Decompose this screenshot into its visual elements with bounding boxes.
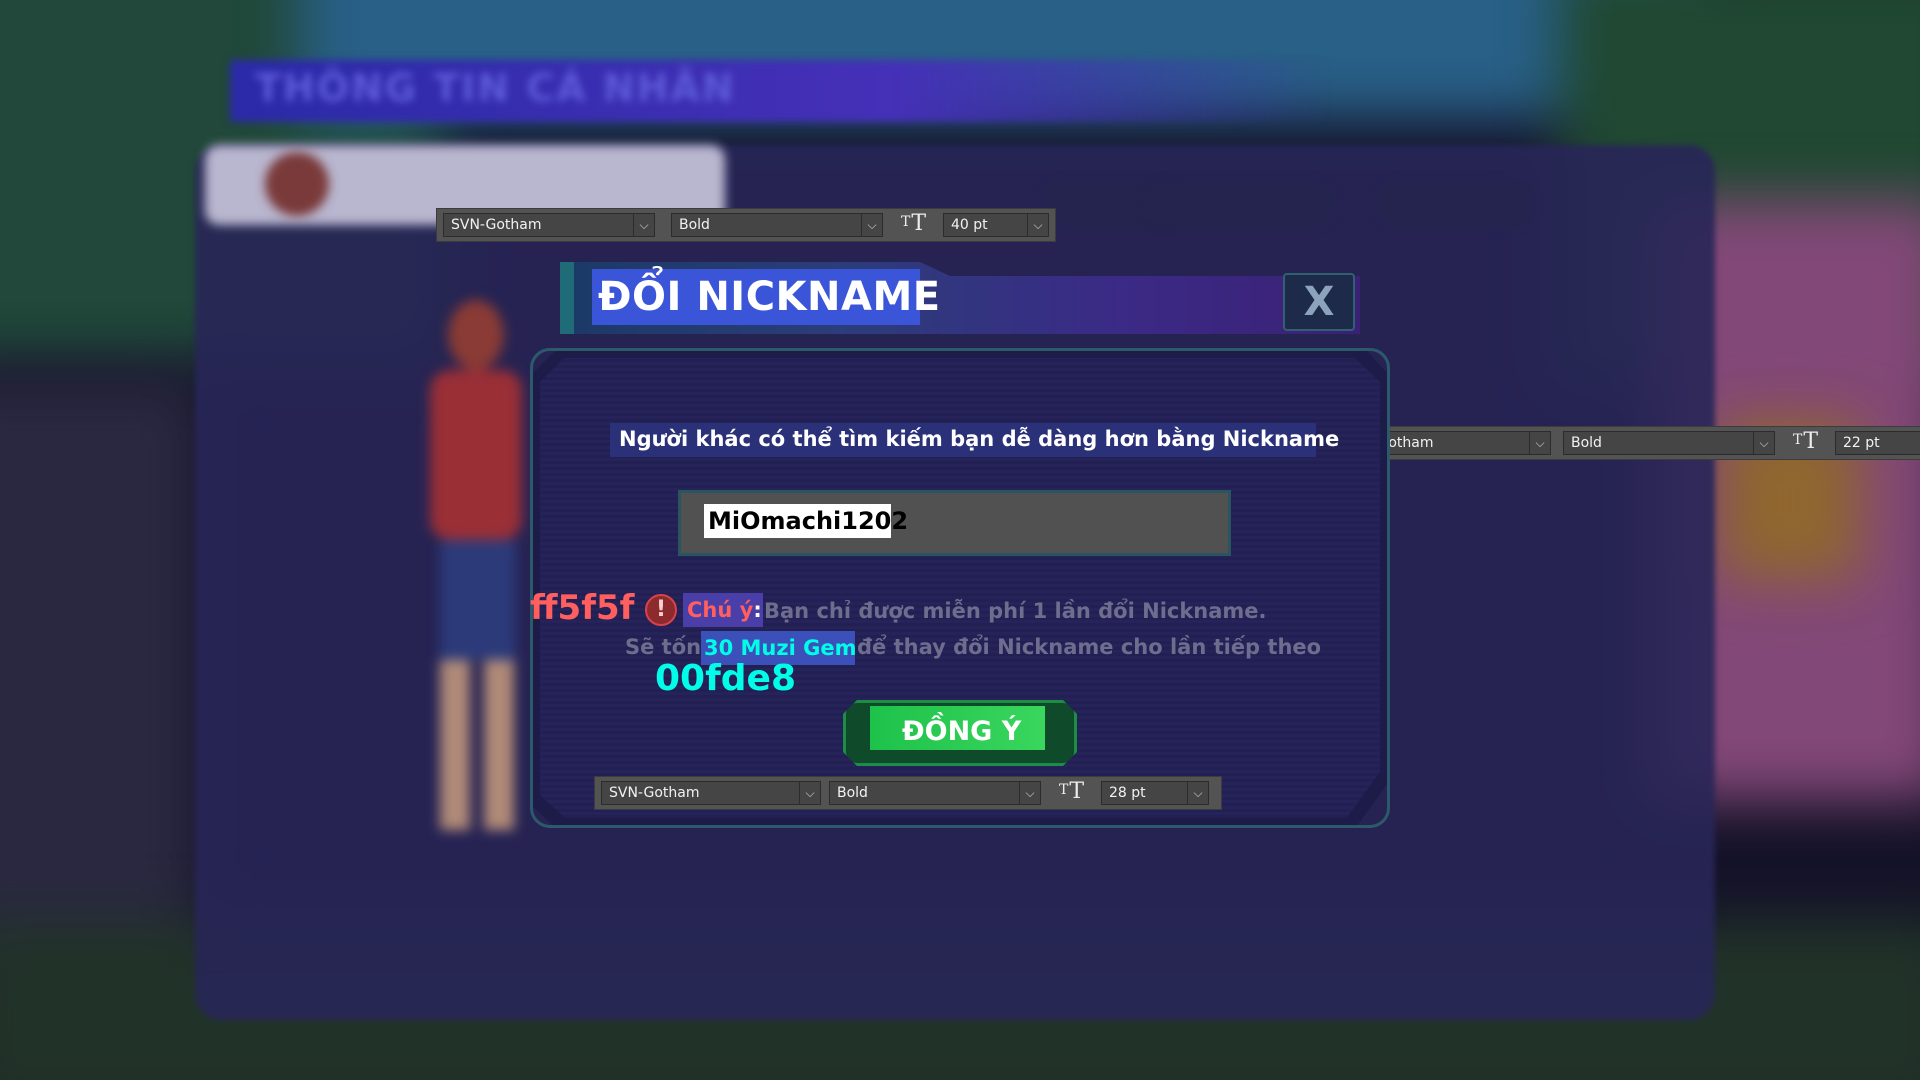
font-weight-value: Bold — [837, 785, 868, 801]
color-code-cyan: 00fde8 — [655, 658, 796, 699]
font-family-select[interactable]: SVN-Gotham ⌵ — [443, 213, 655, 237]
font-size-icon: TT — [1793, 429, 1819, 454]
dialog-subtitle: Người khác có thể tìm kiếm bạn dễ dàng h… — [619, 427, 1340, 451]
font-family-select[interactable]: SVN-Gotham ⌵ — [601, 781, 821, 805]
font-size-value: 40 pt — [951, 217, 988, 233]
cost-suffix: để thay đổi Nickname cho lần tiếp theo — [857, 635, 1322, 659]
title-bar-accent — [560, 262, 574, 334]
chevron-down-icon[interactable]: ⌵ — [1027, 214, 1048, 236]
note-label: Chú ý: — [687, 598, 762, 622]
font-size-value: 22 pt — [1843, 435, 1880, 451]
font-toolbar-button: SVN-Gotham ⌵ Bold ⌵ TT 28 pt ⌵ — [594, 776, 1222, 810]
font-size-value: 28 pt — [1109, 785, 1146, 801]
background-character — [420, 300, 530, 840]
color-code-red: ff5f5f — [530, 588, 635, 628]
background-header-title: THÔNG TIN CÁ NHÂN — [255, 66, 736, 110]
note-colon: : — [753, 598, 762, 622]
chevron-down-icon[interactable]: ⌵ — [1529, 432, 1550, 454]
font-weight-value: Bold — [1571, 435, 1602, 451]
cost-amount: 30 Muzi Gem — [704, 636, 857, 660]
font-size-select[interactable]: 40 pt ⌵ — [943, 213, 1049, 237]
chevron-down-icon[interactable]: ⌵ — [633, 214, 654, 236]
font-toolbar-subtitle: SVN-Gotham ⌵ Bold ⌵ TT 22 pt — [1328, 426, 1920, 460]
font-size-icon: TT — [1059, 779, 1085, 804]
close-icon: X — [1303, 279, 1335, 325]
font-size-icon: TT — [901, 211, 927, 236]
confirm-button-label[interactable]: ĐỒNG Ý — [902, 716, 1021, 747]
font-family-value: SVN-Gotham — [609, 785, 700, 801]
font-size-select[interactable]: 28 pt ⌵ — [1101, 781, 1209, 805]
font-weight-select[interactable]: Bold ⌵ — [1563, 431, 1775, 455]
note-label-text: Chú ý — [687, 598, 754, 622]
exclamation-circle-icon: ! — [645, 594, 677, 626]
font-size-select[interactable]: 22 pt — [1835, 431, 1920, 455]
avatar — [265, 152, 329, 216]
chevron-down-icon[interactable]: ⌵ — [799, 782, 820, 804]
close-button[interactable]: X — [1283, 273, 1355, 331]
font-family-value: SVN-Gotham — [451, 217, 542, 233]
dialog-title: ĐỔI NICKNAME — [598, 274, 941, 320]
font-toolbar-title: SVN-Gotham ⌵ Bold ⌵ TT 40 pt ⌵ — [436, 208, 1056, 242]
chevron-down-icon[interactable]: ⌵ — [1019, 782, 1040, 804]
chevron-down-icon[interactable]: ⌵ — [1753, 432, 1774, 454]
background-tab — [1375, 180, 1535, 228]
nickname-value[interactable]: MiOmachi1202 — [708, 507, 908, 535]
chevron-down-icon[interactable]: ⌵ — [1187, 782, 1208, 804]
background-tab — [1145, 180, 1335, 228]
note-text: Bạn chỉ được miễn phí 1 lần đổi Nickname… — [764, 599, 1267, 623]
title-highlight: ĐỔI NICKNAME — [592, 269, 940, 325]
font-weight-value: Bold — [679, 217, 710, 233]
font-weight-select[interactable]: Bold ⌵ — [671, 213, 883, 237]
cost-prefix: Sẽ tốn — [625, 635, 702, 659]
font-weight-select[interactable]: Bold ⌵ — [829, 781, 1041, 805]
chevron-down-icon[interactable]: ⌵ — [861, 214, 882, 236]
